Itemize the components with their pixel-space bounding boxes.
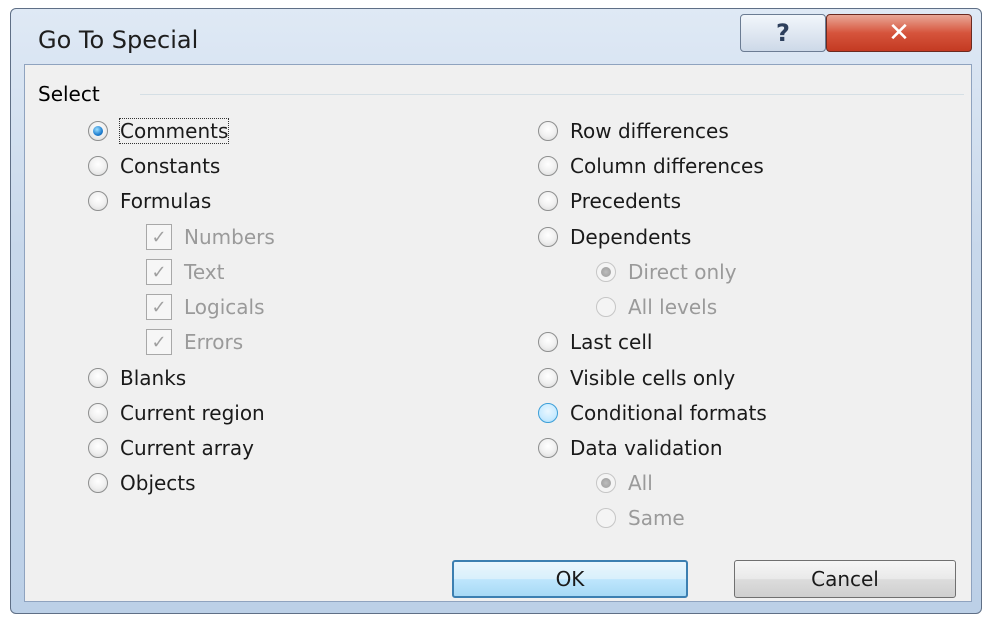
- help-button[interactable]: ?: [740, 14, 826, 52]
- checkbox-errors: ✓: [146, 329, 172, 355]
- option-label: Numbers: [184, 225, 275, 249]
- radio-row-differences[interactable]: [538, 121, 558, 141]
- option-numbers: ✓ Numbers: [146, 222, 275, 252]
- radio-objects[interactable]: [88, 473, 108, 493]
- dialog-title: Go To Special: [38, 26, 199, 54]
- group-divider: [140, 94, 964, 95]
- radio-precedents[interactable]: [538, 191, 558, 211]
- radio-validation-all: [596, 473, 616, 493]
- option-blanks[interactable]: Blanks: [88, 363, 186, 393]
- option-row-differences[interactable]: Row differences: [538, 116, 729, 146]
- radio-direct-only: [596, 262, 616, 282]
- option-conditional-formats[interactable]: Conditional formats: [538, 398, 767, 428]
- radio-dependents[interactable]: [538, 227, 558, 247]
- radio-column-differences[interactable]: [538, 156, 558, 176]
- option-label: Direct only: [628, 260, 737, 284]
- option-column-differences[interactable]: Column differences: [538, 151, 764, 181]
- option-label: Data validation: [570, 436, 723, 460]
- option-last-cell[interactable]: Last cell: [538, 327, 652, 357]
- checkbox-numbers: ✓: [146, 224, 172, 250]
- option-data-validation[interactable]: Data validation: [538, 433, 723, 463]
- option-label: Blanks: [120, 366, 187, 390]
- option-all-levels: All levels: [596, 292, 717, 322]
- option-current-region[interactable]: Current region: [88, 398, 265, 428]
- option-label: Objects: [120, 471, 196, 495]
- radio-data-validation[interactable]: [538, 438, 558, 458]
- option-label: Row differences: [570, 119, 729, 143]
- option-label: Precedents: [570, 189, 682, 213]
- radio-visible-cells-only[interactable]: [538, 368, 558, 388]
- radio-blanks[interactable]: [88, 368, 108, 388]
- option-comments[interactable]: Comments: [88, 116, 230, 146]
- checkbox-text: ✓: [146, 259, 172, 285]
- radio-current-array[interactable]: [88, 438, 108, 458]
- option-validation-same: Same: [596, 503, 685, 533]
- option-label: Last cell: [570, 330, 653, 354]
- option-formulas[interactable]: Formulas: [88, 186, 211, 216]
- option-label: Current region: [120, 401, 265, 425]
- option-visible-cells-only[interactable]: Visible cells only: [538, 363, 735, 393]
- option-errors: ✓ Errors: [146, 327, 243, 357]
- option-label: Formulas: [120, 189, 212, 213]
- option-label: Same: [628, 506, 685, 530]
- option-label: Current array: [120, 436, 254, 460]
- option-label: Logicals: [184, 295, 265, 319]
- cancel-button[interactable]: Cancel: [734, 560, 956, 598]
- option-logicals: ✓ Logicals: [146, 292, 265, 322]
- close-button[interactable]: ✕: [826, 14, 972, 52]
- radio-constants[interactable]: [88, 156, 108, 176]
- option-current-array[interactable]: Current array: [88, 433, 254, 463]
- option-label: Dependents: [570, 225, 692, 249]
- option-objects[interactable]: Objects: [88, 468, 196, 498]
- option-direct-only: Direct only: [596, 257, 737, 287]
- option-precedents[interactable]: Precedents: [538, 186, 681, 216]
- radio-current-region[interactable]: [88, 403, 108, 423]
- radio-comments[interactable]: [88, 121, 108, 141]
- ok-button[interactable]: OK: [452, 560, 688, 598]
- option-label: Comments: [118, 118, 230, 144]
- radio-validation-same: [596, 508, 616, 528]
- option-label: Visible cells only: [570, 366, 736, 390]
- help-icon: ?: [776, 19, 790, 47]
- option-dependents[interactable]: Dependents: [538, 222, 691, 252]
- option-label: Column differences: [570, 154, 764, 178]
- radio-last-cell[interactable]: [538, 332, 558, 352]
- checkbox-logicals: ✓: [146, 294, 172, 320]
- radio-conditional-formats[interactable]: [538, 403, 558, 423]
- option-label: Errors: [184, 330, 244, 354]
- option-validation-all: All: [596, 468, 653, 498]
- option-text: ✓ Text: [146, 257, 224, 287]
- option-label: All: [628, 471, 653, 495]
- radio-formulas[interactable]: [88, 191, 108, 211]
- option-label: All levels: [628, 295, 718, 319]
- option-label: Text: [184, 260, 225, 284]
- option-label: Constants: [120, 154, 221, 178]
- close-icon: ✕: [888, 18, 910, 48]
- option-label: Conditional formats: [570, 401, 767, 425]
- option-constants[interactable]: Constants: [88, 151, 220, 181]
- select-group-label: Select: [38, 82, 106, 106]
- radio-all-levels: [596, 297, 616, 317]
